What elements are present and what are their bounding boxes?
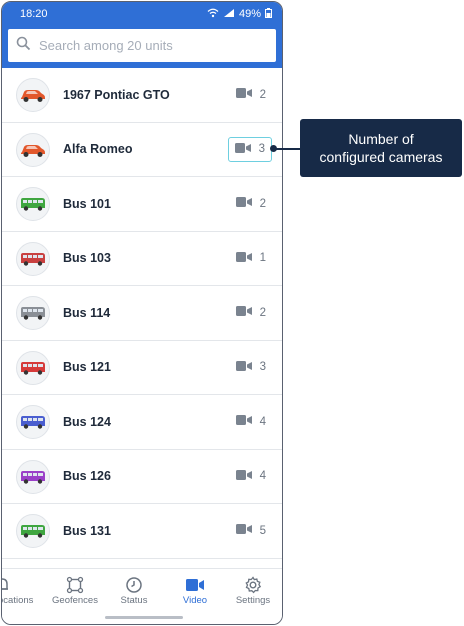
unit-name: Bus 124 xyxy=(63,414,111,429)
search-box[interactable] xyxy=(8,29,276,62)
unit-name: Alfa Romeo xyxy=(63,142,133,157)
unit-row[interactable]: Alfa Romeo 3 xyxy=(2,123,282,177)
camera-count: 3 xyxy=(235,360,266,375)
battery-percent: 49% xyxy=(238,8,261,20)
nav-geofences-label: Geofences xyxy=(52,595,98,606)
unit-name: 1967 Pontiac GTO xyxy=(63,87,170,102)
camera-count-value: 2 xyxy=(259,88,266,101)
camera-icon xyxy=(235,196,252,211)
camera-count-value: 4 xyxy=(259,415,266,428)
camera-icon xyxy=(235,414,252,429)
nav-status[interactable]: Status xyxy=(104,575,164,606)
bus-icon xyxy=(16,241,50,276)
camera-count: 2 xyxy=(235,87,266,102)
callout-line-1: Number of xyxy=(348,131,414,147)
annotation-callout: Number of configured cameras xyxy=(300,119,462,177)
camera-icon xyxy=(235,305,252,320)
phone-frame: 18:20 49% 1967 Pontiac GTO2Alfa Romeo3Bu… xyxy=(1,1,283,625)
camera-icon xyxy=(235,523,252,538)
search-icon xyxy=(16,36,31,56)
unit-row[interactable]: 1967 Pontiac GTO 2 xyxy=(2,68,282,123)
camera-count-value: 5 xyxy=(259,524,266,537)
unit-row[interactable]: Bus 121 3 xyxy=(2,341,282,395)
camera-count-value: 4 xyxy=(259,470,266,483)
unit-row[interactable]: Bus 131 5 xyxy=(2,504,282,559)
camera-count: 2 xyxy=(235,196,266,211)
camera-count-value: 2 xyxy=(259,197,266,210)
unit-list: 1967 Pontiac GTO 2 Alfa Romeo 3 Bus 101 2 Bus … xyxy=(2,68,282,559)
nav-settings-label: Settings xyxy=(235,595,271,606)
camera-count: 2 xyxy=(235,305,266,320)
nav-settings[interactable]: Settings xyxy=(223,575,282,606)
clock-icon xyxy=(104,575,164,595)
bus-icon xyxy=(16,350,50,385)
unit-row[interactable]: Bus 126 4 xyxy=(2,450,282,504)
camera-icon xyxy=(234,142,251,157)
camera-count-value: 2 xyxy=(259,306,266,319)
bottom-nav: ocations Geofences Status Video Settings xyxy=(2,568,282,624)
unit-row[interactable]: Bus 114 2 xyxy=(2,286,282,341)
camera-count: 4 xyxy=(235,414,266,429)
camera-count: 4 xyxy=(235,469,266,484)
battery-icon xyxy=(265,7,272,21)
camera-icon xyxy=(235,360,252,375)
nav-locations-label: ocations xyxy=(1,595,34,606)
signal-icon xyxy=(223,8,235,21)
nav-geofences[interactable]: Geofences xyxy=(45,575,105,606)
status-time: 18:20 xyxy=(20,8,48,20)
bus-icon xyxy=(16,459,50,494)
video-icon xyxy=(165,575,225,595)
unit-row[interactable]: Bus 101 2 xyxy=(2,177,282,232)
camera-count: 1 xyxy=(235,251,266,266)
unit-name: Bus 101 xyxy=(63,196,111,211)
camera-icon xyxy=(235,251,252,266)
bus-icon xyxy=(16,296,50,330)
gear-icon xyxy=(223,575,282,595)
bus-icon xyxy=(16,514,50,548)
search-bar xyxy=(2,26,282,68)
unit-row[interactable]: Bus 124 4 xyxy=(2,395,282,450)
bus-icon xyxy=(16,187,50,221)
search-input[interactable] xyxy=(39,38,259,53)
camera-count-value: 3 xyxy=(259,361,266,374)
home-indicator xyxy=(105,616,183,619)
unit-row[interactable]: Bus 103 1 xyxy=(2,232,282,286)
status-bar: 18:20 49% xyxy=(2,2,282,26)
wifi-icon xyxy=(207,8,219,21)
bus-icon xyxy=(16,405,50,439)
callout-leader-line xyxy=(274,148,300,150)
nav-video-label: Video xyxy=(182,595,208,606)
unit-name: Bus 103 xyxy=(63,251,111,266)
unit-name: Bus 121 xyxy=(63,360,111,375)
unit-name: Bus 131 xyxy=(63,523,111,538)
nav-video[interactable]: Video xyxy=(165,575,225,606)
car-icon xyxy=(16,78,50,112)
camera-count: 5 xyxy=(235,523,266,538)
nav-locations[interactable]: ocations xyxy=(1,575,34,606)
camera-icon xyxy=(235,469,252,484)
car-icon xyxy=(16,132,50,167)
geofence-icon xyxy=(45,575,105,595)
camera-count-value: 1 xyxy=(259,252,266,265)
camera-icon xyxy=(235,87,252,102)
camera-count: 3 xyxy=(227,136,272,162)
unit-name: Bus 114 xyxy=(63,305,111,320)
nav-status-label: Status xyxy=(120,595,148,606)
bell-icon xyxy=(2,575,32,595)
camera-count-value: 3 xyxy=(258,143,265,156)
unit-name: Bus 126 xyxy=(63,469,111,484)
callout-line-2: configured cameras xyxy=(319,149,443,165)
